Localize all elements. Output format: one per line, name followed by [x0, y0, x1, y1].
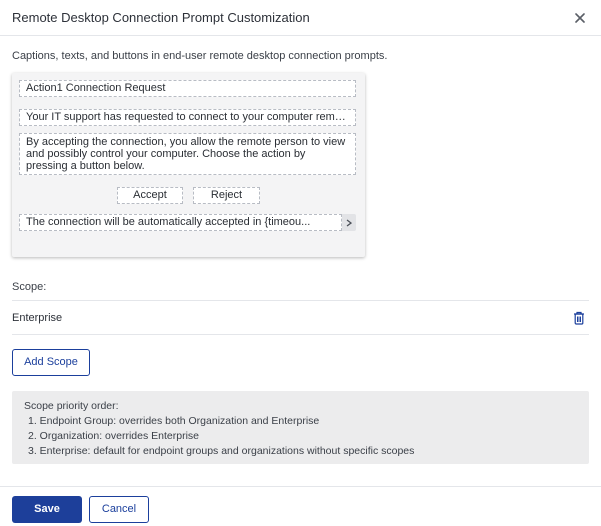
prompt-accept-button-field[interactable]: Accept [117, 187, 183, 204]
prompt-timer-field[interactable]: The connection will be automatically acc… [19, 214, 342, 231]
scope-row: Enterprise [12, 300, 589, 335]
prompt-message-field[interactable]: Your IT support has requested to connect… [19, 109, 356, 126]
scope-label: Scope: [12, 281, 47, 293]
dialog-title: Remote Desktop Connection Prompt Customi… [12, 10, 310, 25]
dialog: Remote Desktop Connection Prompt Customi… [0, 0, 601, 526]
info-item: 1. Endpoint Group: overrides both Organi… [28, 415, 320, 427]
footer-divider [0, 486, 601, 487]
prompt-preview: Action1 Connection Request Your IT suppo… [12, 73, 365, 257]
info-heading: Scope priority order: [24, 400, 119, 412]
info-item: 2. Organization: overrides Enterprise [28, 430, 199, 442]
prompt-reject-button-field[interactable]: Reject [193, 187, 260, 204]
add-scope-button[interactable]: Add Scope [12, 349, 90, 376]
save-button[interactable]: Save [12, 496, 82, 523]
prompt-title-field[interactable]: Action1 Connection Request [19, 80, 356, 97]
close-icon[interactable] [571, 9, 589, 27]
info-item: 3. Enterprise: default for endpoint grou… [28, 445, 415, 457]
dialog-header: Remote Desktop Connection Prompt Customi… [0, 0, 601, 36]
dialog-description: Captions, texts, and buttons in end-user… [12, 50, 388, 62]
scope-priority-info: Scope priority order: 1. Endpoint Group:… [12, 391, 589, 464]
cancel-button[interactable]: Cancel [89, 496, 149, 523]
scope-name: Enterprise [12, 311, 63, 324]
chevron-right-icon[interactable] [342, 214, 356, 231]
prompt-body-field[interactable]: By accepting the connection, you allow t… [19, 133, 356, 175]
trash-icon[interactable] [571, 310, 587, 326]
